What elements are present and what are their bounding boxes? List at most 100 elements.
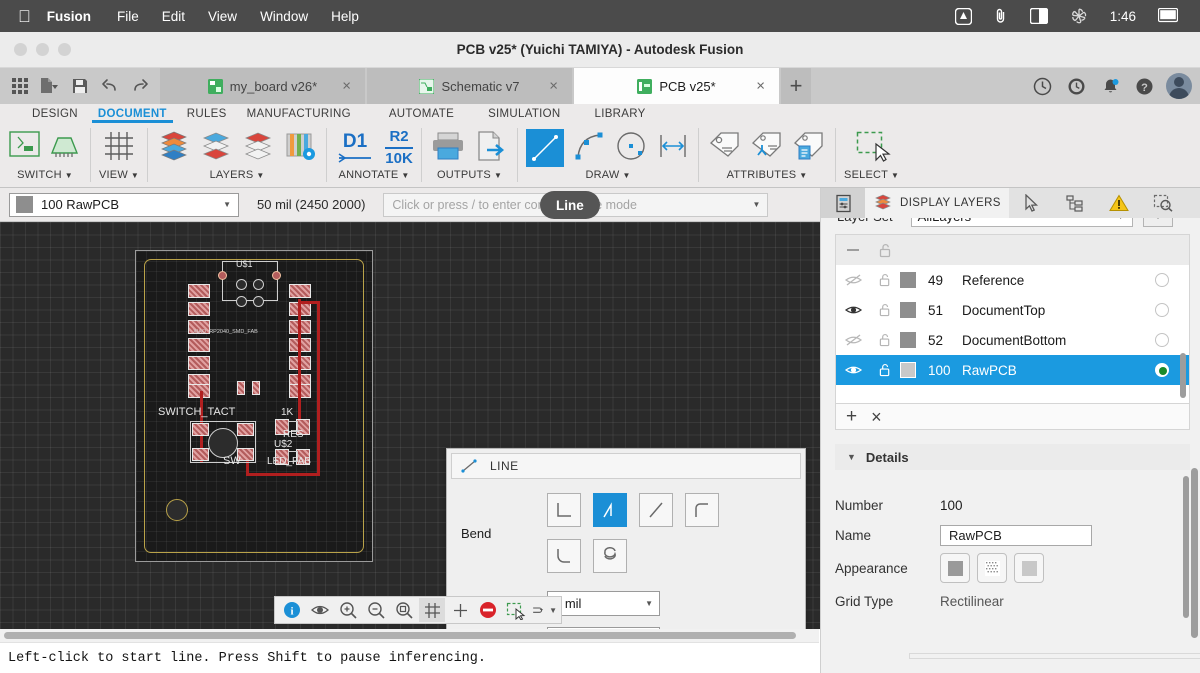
inspect-icon[interactable] <box>1141 188 1185 218</box>
menu-edit[interactable]: Edit <box>162 9 185 24</box>
tab-pcb[interactable]: PCB v25* × <box>574 68 779 104</box>
line-width-select[interactable]: 6 mil ▼ <box>547 591 660 616</box>
menu-help[interactable]: Help <box>331 9 359 24</box>
annotate-r2-icon[interactable]: R2 10K <box>385 129 414 166</box>
menu-window[interactable]: Window <box>260 9 308 24</box>
right-panel-scrollbar-thumb[interactable] <box>1191 468 1198 638</box>
canvas-horizontal-scrollbar[interactable] <box>0 629 819 642</box>
menu-view[interactable]: View <box>208 9 237 24</box>
eye-visible-icon[interactable] <box>836 363 870 377</box>
window-controls[interactable] <box>14 43 71 56</box>
tab-schematic[interactable]: Schematic v7 × <box>367 68 572 104</box>
layer-color-swatch[interactable] <box>900 272 916 288</box>
active-layer-select[interactable]: 100 RawPCB ▼ <box>9 192 239 217</box>
split-view-icon[interactable] <box>1029 8 1048 24</box>
bend-arc-icon[interactable] <box>685 493 719 527</box>
ribbon-tab-library[interactable]: LIBRARY <box>585 108 656 120</box>
active-layer-radio[interactable] <box>1155 363 1169 377</box>
active-layer-radio[interactable] <box>1155 273 1169 287</box>
minimize-window-button[interactable] <box>36 43 49 56</box>
bend-straight-icon[interactable] <box>639 493 673 527</box>
ribbon-group-label[interactable]: OUTPUTS ▼ <box>437 169 502 181</box>
notifications-icon[interactable] <box>1098 74 1122 98</box>
bend-diagonal-icon[interactable] <box>593 493 627 527</box>
eye-hidden-icon[interactable] <box>836 333 870 347</box>
layer-color-swatch[interactable] <box>900 332 916 348</box>
line-icon[interactable] <box>526 129 565 167</box>
switch-schematic-icon[interactable] <box>8 129 41 167</box>
annotate-d1-icon[interactable]: D1 <box>335 132 375 165</box>
new-document-icon[interactable] <box>36 71 64 101</box>
layer-color-swatch[interactable] <box>900 302 916 318</box>
info-icon[interactable]: i <box>279 598 305 622</box>
layer-list-scrollbar-thumb[interactable] <box>1180 353 1186 398</box>
switch-3d-icon[interactable] <box>47 129 82 167</box>
bend-s-icon[interactable] <box>593 539 627 573</box>
display-icon[interactable] <box>1158 8 1178 24</box>
visibility-icon[interactable] <box>307 598 333 622</box>
lock-open-icon[interactable] <box>870 273 900 287</box>
details-section-header[interactable]: ▼ Details <box>835 444 1190 470</box>
dropbox-icon[interactable] <box>954 7 972 25</box>
save-icon[interactable] <box>66 71 94 101</box>
maximize-window-button[interactable] <box>58 43 71 56</box>
layer-settings-icon[interactable] <box>282 129 318 168</box>
tab-my-board[interactable]: my_board v26* × <box>160 68 365 104</box>
ribbon-group-label[interactable]: ATTRIBUTES ▼ <box>727 169 808 181</box>
add-layer-button[interactable]: + <box>846 407 857 426</box>
document-settings-icon[interactable] <box>821 188 865 218</box>
ribbon-tab-manufacturing[interactable]: MANUFACTURING <box>237 108 361 120</box>
display-layers-tab[interactable]: DISPLAY LAYERS <box>865 188 1009 218</box>
tag-doc-icon[interactable] <box>791 130 827 167</box>
name-field[interactable]: RawPCB <box>940 524 1092 546</box>
openai-icon[interactable] <box>1070 7 1088 25</box>
active-layer-radio[interactable] <box>1155 333 1169 347</box>
undo-icon[interactable] <box>96 71 124 101</box>
activity-icon[interactable] <box>1030 74 1054 98</box>
history-icon[interactable] <box>1064 74 1088 98</box>
zoom-out-icon[interactable] <box>363 598 389 622</box>
warning-icon[interactable] <box>1097 188 1141 218</box>
layer-bottom-icon[interactable] <box>240 129 276 168</box>
ribbon-group-label[interactable]: LAYERS ▼ <box>210 169 265 181</box>
active-layer-radio[interactable] <box>1155 303 1169 317</box>
grid-apps-icon[interactable] <box>6 71 34 101</box>
lock-open-icon[interactable] <box>870 363 900 377</box>
ribbon-tab-rules[interactable]: RULES <box>177 108 237 120</box>
circle-icon[interactable] <box>614 129 648 168</box>
redo-icon[interactable] <box>126 71 154 101</box>
pcb-board[interactable]: U$1 XIAO_RP2040_SMD_FAB SWITCH_TACT SW 1… <box>135 250 373 562</box>
paperclip-icon[interactable] <box>994 7 1008 25</box>
tag-net-icon[interactable] <box>749 130 785 167</box>
dimension-icon[interactable] <box>656 129 690 168</box>
ribbon-group-label[interactable]: SELECT ▼ <box>844 169 899 181</box>
layer-row-rawpcb[interactable]: 100 RawPCB <box>836 355 1189 385</box>
eye-visible-icon[interactable] <box>836 303 870 317</box>
layer-color-swatch[interactable] <box>900 362 916 378</box>
ribbon-group-label[interactable]: DRAW ▼ <box>585 169 630 181</box>
layer-row-documentbottom[interactable]: 52 DocumentBottom <box>836 325 1189 355</box>
arc-icon[interactable] <box>572 129 606 168</box>
tag-icon[interactable] <box>707 130 743 167</box>
zoom-fit-icon[interactable] <box>391 598 417 622</box>
marquee-select-icon[interactable] <box>852 128 892 169</box>
new-tab-button[interactable]: + <box>781 68 811 104</box>
ribbon-tab-design[interactable]: DESIGN <box>22 108 88 120</box>
ribbon-tab-simulation[interactable]: SIMULATION <box>478 108 570 120</box>
light-fill-icon[interactable] <box>1014 553 1044 583</box>
details-scrollbar-thumb[interactable] <box>1183 476 1189 618</box>
lock-open-icon[interactable] <box>870 243 900 258</box>
export-icon[interactable] <box>475 130 509 167</box>
marquee-icon[interactable] <box>503 598 529 622</box>
close-icon[interactable]: × <box>342 78 351 95</box>
close-window-button[interactable] <box>14 43 27 56</box>
menu-app-name[interactable]: Fusion <box>47 9 91 24</box>
ribbon-tab-automate[interactable]: AUTOMATE <box>379 108 464 120</box>
lock-open-icon[interactable] <box>870 303 900 317</box>
collapse-icon[interactable] <box>836 246 870 254</box>
layer-row-documenttop[interactable]: 51 DocumentTop <box>836 295 1189 325</box>
grid-toggle-icon[interactable] <box>419 598 445 622</box>
chevron-down-icon[interactable]: ▼ <box>752 200 760 209</box>
print-icon[interactable] <box>430 130 466 167</box>
layer-top-icon[interactable] <box>198 129 234 168</box>
